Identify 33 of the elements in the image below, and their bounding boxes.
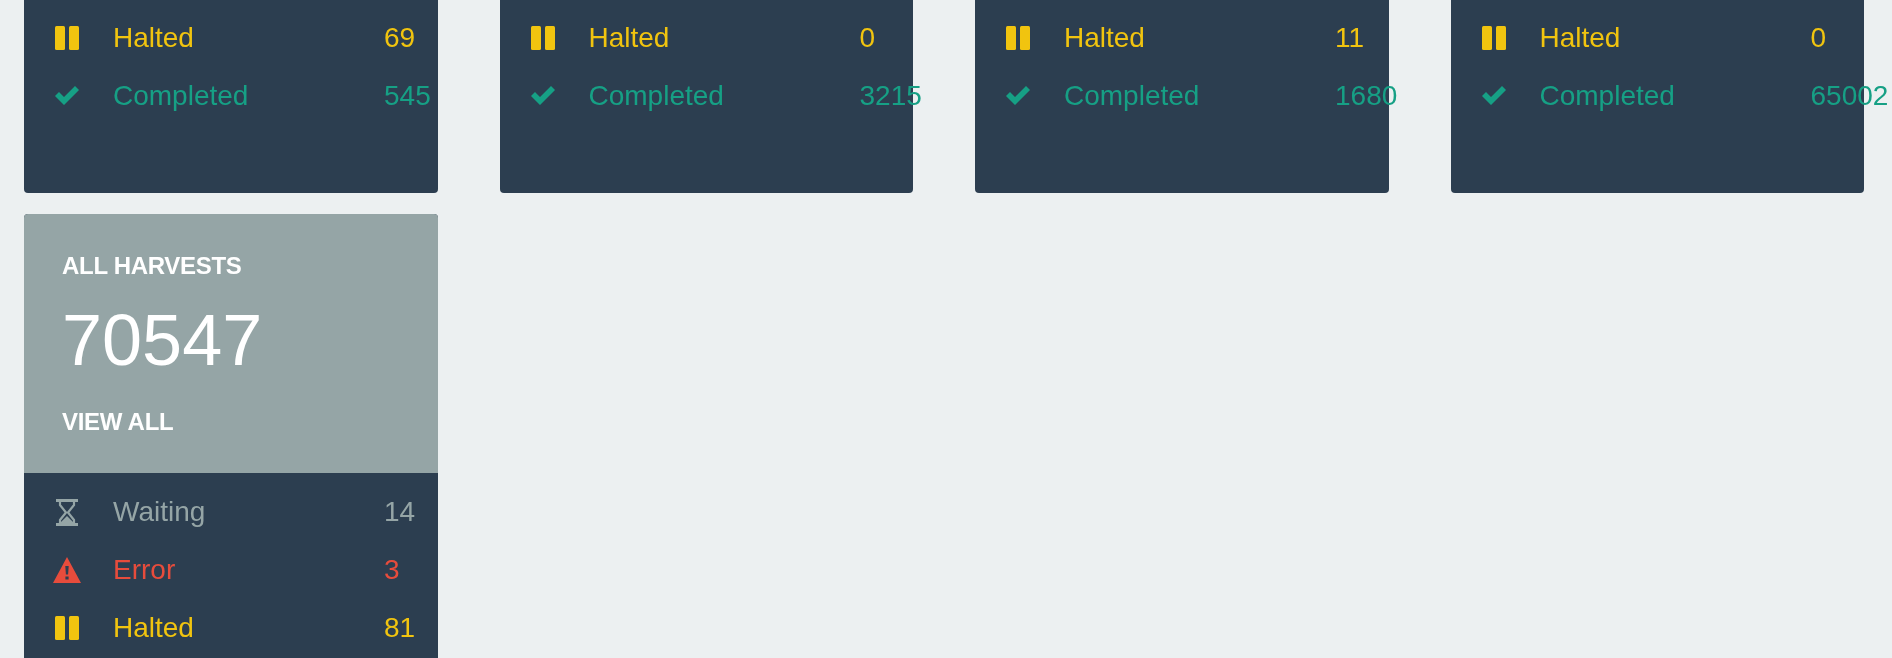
status-label: Waiting <box>113 496 206 528</box>
status-count: 3 <box>384 554 400 586</box>
status-label: Completed <box>1539 79 1675 112</box>
view-all-link[interactable]: VIEW ALL <box>62 410 174 434</box>
pause-icon <box>55 25 79 50</box>
total-count: 70547 <box>62 303 263 376</box>
pause-icon <box>1481 25 1506 50</box>
status-count: 545 <box>384 79 431 112</box>
status-label: Halted <box>1539 21 1621 54</box>
check-icon <box>530 86 555 105</box>
check-icon <box>55 86 79 105</box>
pause-icon <box>530 25 555 50</box>
check-icon <box>1006 86 1030 105</box>
status-label: Completed <box>588 79 724 112</box>
status-count: 69 <box>384 21 416 54</box>
status-label: Error <box>113 554 176 586</box>
card-title: ALL HARVESTS <box>62 254 242 278</box>
status-count: 14 <box>384 496 416 528</box>
status-count: 81 <box>384 612 416 644</box>
status-count: 0 <box>859 21 876 54</box>
status-label: Completed <box>113 79 249 112</box>
status-label: Halted <box>1064 21 1145 54</box>
pause-icon <box>55 616 79 640</box>
pause-icon <box>1006 25 1030 50</box>
status-label: Halted <box>113 612 194 644</box>
status-count: 11 <box>1335 21 1365 54</box>
status-label: Completed <box>1064 79 1200 112</box>
status-label: Halted <box>588 21 670 54</box>
status-label: Halted <box>113 21 194 54</box>
check-icon <box>1481 86 1506 105</box>
status-count: 0 <box>1810 21 1827 54</box>
warning-icon <box>53 557 81 583</box>
hourglass-icon <box>56 498 78 526</box>
